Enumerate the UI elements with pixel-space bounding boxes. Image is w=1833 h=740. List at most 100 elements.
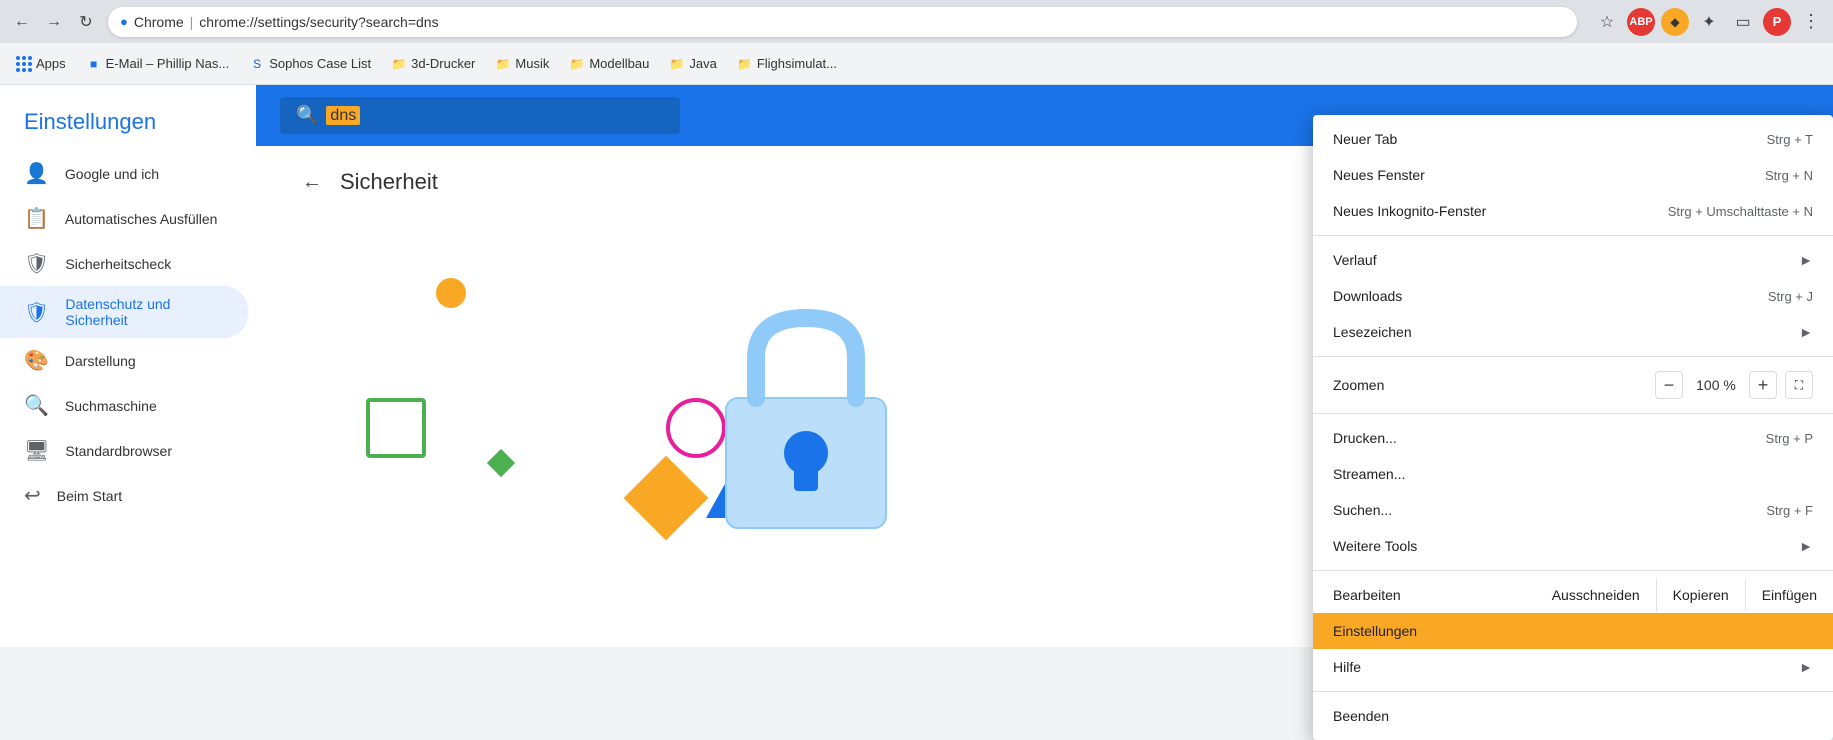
- sidebar-default-browser-label: Standardbrowser: [65, 443, 172, 459]
- help-label: Hilfe: [1333, 659, 1361, 675]
- menu-divider-1: [1313, 235, 1833, 236]
- zoom-plus-button[interactable]: +: [1749, 371, 1777, 399]
- context-menu: Neuer Tab Strg + T Neues Fenster Strg + …: [1313, 115, 1833, 740]
- back-button[interactable]: ←: [8, 8, 36, 36]
- menu-item-stream[interactable]: Streamen...: [1313, 456, 1833, 492]
- main-menu-button[interactable]: ⋮: [1797, 8, 1825, 36]
- folder-flighsim-icon: 📁: [737, 56, 753, 72]
- new-tab-shortcut: Strg + T: [1767, 132, 1813, 147]
- menu-item-find[interactable]: Suchen... Strg + F: [1313, 492, 1833, 528]
- sidebar-privacy-label: Datenschutz und Sicherheit: [65, 296, 224, 328]
- sidebar-item-search[interactable]: 🔍 Suchmaschine: [0, 383, 248, 428]
- folder-3d-icon: 📁: [391, 56, 407, 72]
- menu-divider-5: [1313, 691, 1833, 692]
- copy-button[interactable]: Kopieren: [1656, 579, 1745, 611]
- bookmark-sophos-label: Sophos Case List: [269, 56, 371, 71]
- menu-item-zoom: Zoomen − 100 % + ⛶: [1313, 363, 1833, 407]
- orange-circle-shape: [436, 278, 466, 308]
- bookmark-musik[interactable]: 📁 Musik: [487, 52, 557, 76]
- bookmark-apps-label: Apps: [36, 56, 66, 71]
- search-magnifier-icon: 🔍: [296, 105, 318, 126]
- content-area: Einstellungen 👤 Google und ich 📋 Automat…: [0, 85, 1833, 647]
- extensions-button[interactable]: ✦: [1695, 8, 1723, 36]
- new-window-label: Neues Fenster: [1333, 167, 1425, 183]
- menu-item-bookmarks[interactable]: Lesezeichen ►: [1313, 314, 1833, 350]
- shape-container: [336, 258, 896, 578]
- sidebar-item-startup[interactable]: ↩ Beim Start: [0, 473, 248, 518]
- page-back-button[interactable]: ←: [296, 166, 328, 198]
- menu-item-quit[interactable]: Beenden: [1313, 698, 1833, 734]
- edit-label: Bearbeiten: [1313, 579, 1421, 611]
- downloads-label: Downloads: [1333, 288, 1402, 304]
- menu-item-settings[interactable]: Einstellungen: [1313, 613, 1833, 649]
- bookmark-3d[interactable]: 📁 3d-Drucker: [383, 52, 483, 76]
- menu-item-more-tools[interactable]: Weitere Tools ►: [1313, 528, 1833, 564]
- stream-label: Streamen...: [1333, 466, 1405, 482]
- find-label: Suchen...: [1333, 502, 1392, 518]
- search-highlight: dns: [326, 106, 360, 125]
- menu-item-downloads[interactable]: Downloads Strg + J: [1313, 278, 1833, 314]
- bookmark-sophos[interactable]: S Sophos Case List: [241, 52, 379, 76]
- menu-item-history[interactable]: Verlauf ►: [1313, 242, 1833, 278]
- bookmark-java[interactable]: 📁 Java: [661, 52, 724, 76]
- bookmark-flighsim-label: Flighsimulat...: [757, 56, 837, 71]
- print-shortcut: Strg + P: [1766, 431, 1813, 446]
- bookmark-modellbau[interactable]: 📁 Modellbau: [561, 52, 657, 76]
- menu-divider-2: [1313, 356, 1833, 357]
- sidebar-item-default-browser[interactable]: 🖥 Standardbrowser: [0, 428, 248, 473]
- bookmark-email[interactable]: ■ E-Mail – Phillip Nas...: [78, 52, 238, 76]
- incognito-shortcut: Strg + Umschalttaste + N: [1668, 204, 1813, 219]
- zoom-expand-button[interactable]: ⛶: [1785, 371, 1813, 399]
- reload-button[interactable]: ↻: [72, 8, 100, 36]
- bookmarks-bar: Apps ■ E-Mail – Phillip Nas... S Sophos …: [0, 43, 1833, 85]
- sidebar-item-privacy[interactable]: 🛡 Datenschutz und Sicherheit: [0, 286, 248, 338]
- sidebar-item-appearance[interactable]: 🎨 Darstellung: [0, 338, 248, 383]
- bookmark-apps[interactable]: Apps: [8, 52, 74, 76]
- menu-divider-3: [1313, 413, 1833, 414]
- abp-extension-button[interactable]: ABP: [1627, 8, 1655, 36]
- menu-item-help[interactable]: Hilfe ►: [1313, 649, 1833, 685]
- history-label: Verlauf: [1333, 252, 1377, 268]
- address-divider: |: [190, 14, 194, 30]
- sidebar-title: Einstellungen: [0, 101, 256, 151]
- sidebar-startup-icon: ↩: [24, 483, 41, 508]
- bookmarks-label: Lesezeichen: [1333, 324, 1412, 340]
- forward-button[interactable]: →: [40, 8, 68, 36]
- bookmark-email-label: E-Mail – Phillip Nas...: [106, 56, 230, 71]
- sidebar-security-check-icon: 🛡: [24, 251, 49, 276]
- zoom-label: Zoomen: [1333, 377, 1384, 393]
- menu-item-print[interactable]: Drucken... Strg + P: [1313, 420, 1833, 456]
- sidebar-item-autofill[interactable]: 📋 Automatisches Ausfüllen: [0, 196, 248, 241]
- folder-modellbau-icon: 📁: [569, 56, 585, 72]
- history-arrow: ►: [1799, 252, 1813, 268]
- search-input[interactable]: dns: [326, 107, 360, 125]
- bookmarks-arrow: ►: [1799, 324, 1813, 340]
- sidebar-item-security-check[interactable]: 🛡 Sicherheitscheck: [0, 241, 248, 286]
- sidebar-startup-label: Beim Start: [57, 488, 122, 504]
- sidebar-search-icon: 🔍: [24, 393, 49, 418]
- green-diamond-shape: [487, 449, 515, 477]
- address-bar[interactable]: ● Chrome | chrome://settings/security?se…: [108, 7, 1577, 37]
- zoom-control: − 100 % + ⛶: [1655, 371, 1813, 399]
- new-window-shortcut: Strg + N: [1765, 168, 1813, 183]
- menu-item-incognito[interactable]: Neues Inkognito-Fenster Strg + Umschaltt…: [1313, 193, 1833, 229]
- menu-divider-4: [1313, 570, 1833, 571]
- menu-item-new-window[interactable]: Neues Fenster Strg + N: [1313, 157, 1833, 193]
- bookmark-flighsim[interactable]: 📁 Flighsimulat...: [729, 52, 845, 76]
- more-tools-label: Weitere Tools: [1333, 538, 1417, 554]
- zoom-minus-button[interactable]: −: [1655, 371, 1683, 399]
- sidebar-item-google[interactable]: 👤 Google und ich: [0, 151, 248, 196]
- menu-item-new-tab[interactable]: Neuer Tab Strg + T: [1313, 121, 1833, 157]
- profile-button[interactable]: P: [1763, 8, 1791, 36]
- cut-button[interactable]: Ausschneiden: [1536, 579, 1656, 611]
- menu-item-edit-group: Bearbeiten Ausschneiden Kopieren Einfüge…: [1313, 577, 1833, 613]
- paste-button[interactable]: Einfügen: [1745, 579, 1833, 611]
- yellow-extension-button[interactable]: ◆: [1661, 8, 1689, 36]
- email-bm-icon: ■: [86, 56, 102, 72]
- bookmark-star-button[interactable]: ☆: [1593, 8, 1621, 36]
- cast-button[interactable]: ▭: [1729, 8, 1757, 36]
- sidebar-search-label: Suchmaschine: [65, 398, 157, 414]
- search-input-wrapper[interactable]: 🔍 dns: [280, 97, 680, 134]
- find-shortcut: Strg + F: [1766, 503, 1813, 518]
- bookmark-musik-label: Musik: [515, 56, 549, 71]
